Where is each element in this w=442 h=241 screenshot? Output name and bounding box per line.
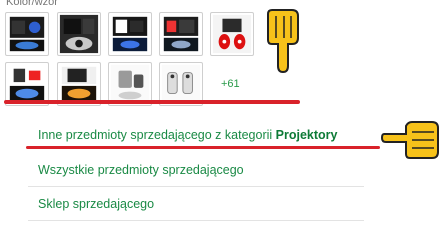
color-pattern-label: Kolor/wzór — [6, 0, 58, 8]
red-underline-annotation — [4, 100, 300, 104]
divider — [28, 186, 364, 187]
red-underline-annotation — [26, 146, 380, 149]
thumbnail-5[interactable] — [210, 12, 254, 56]
thumbnail-1[interactable] — [5, 12, 49, 56]
pointing-hand-down-icon — [267, 9, 299, 74]
all-seller-items-link[interactable]: Wszystkie przedmioty sprzedającego — [38, 163, 244, 177]
product-image — [110, 64, 150, 104]
product-image — [9, 66, 45, 102]
other-items-prefix: Inne przedmioty sprzedającego z kategori… — [38, 128, 276, 142]
product-image — [163, 16, 199, 52]
product-image — [112, 16, 148, 52]
category-name: Projektory — [275, 128, 338, 142]
divider — [28, 220, 364, 221]
thumbnail-2[interactable] — [57, 12, 101, 56]
product-image — [9, 16, 45, 52]
product-image — [161, 64, 201, 104]
product-image — [61, 66, 97, 102]
other-items-in-category-link[interactable]: Inne przedmioty sprzedającego z kategori… — [38, 128, 337, 142]
thumbnail-3[interactable] — [108, 12, 152, 56]
more-variants-count[interactable]: +61 — [221, 78, 240, 90]
seller-store-link[interactable]: Sklep sprzedającego — [38, 197, 154, 211]
pointing-hand-left-icon — [380, 121, 439, 159]
product-image — [212, 14, 252, 54]
thumbnail-4[interactable] — [159, 12, 203, 56]
product-image — [59, 14, 99, 54]
